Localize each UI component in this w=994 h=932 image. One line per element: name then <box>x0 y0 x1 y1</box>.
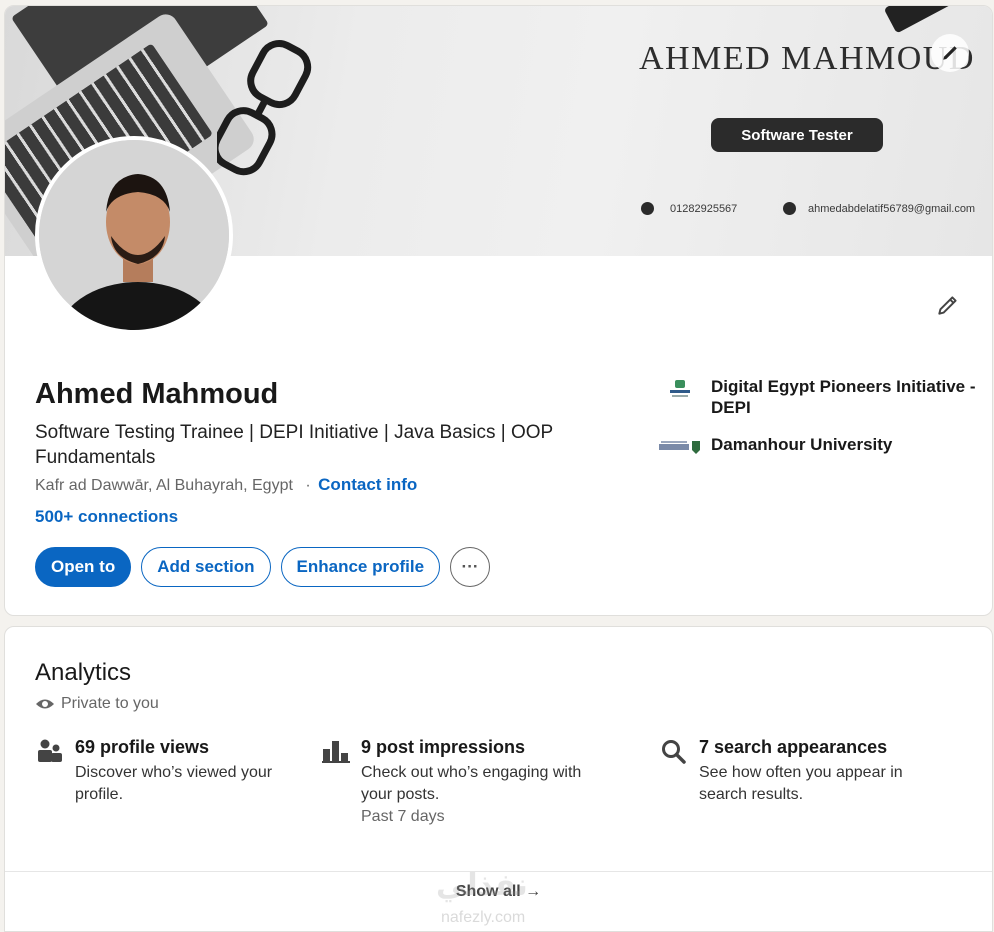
avatar[interactable] <box>35 136 233 334</box>
metric-search-appearances[interactable]: 7 search appearances See how often you a… <box>659 737 949 806</box>
open-to-button[interactable]: Open to <box>35 547 132 587</box>
banner-role-pill: Software Tester <box>711 118 883 152</box>
university-logo <box>659 434 701 460</box>
metric-title: 7 search appearances <box>699 737 888 757</box>
location-row: Kafr ad Dawwār, Al Buhayrah, Egypt · Con… <box>35 475 417 495</box>
more-icon: ··· <box>461 557 479 576</box>
side-item-label: Damanhour University <box>711 435 893 454</box>
separator: · <box>305 477 311 494</box>
experience-education-list: Digital Egypt Pioneers Initiative - DEPI… <box>659 376 979 476</box>
banner-email-text: ahmedabdelatif56789@gmail.com <box>808 202 976 215</box>
connections-link[interactable]: 500+ connections <box>35 507 178 527</box>
banner-phone: 01282925567 <box>641 202 737 215</box>
profile-name: Ahmed Mahmoud <box>35 378 279 410</box>
side-item-university[interactable]: Damanhour University <box>659 434 979 460</box>
profile-headline: Software Testing Trainee | DEPI Initiati… <box>35 422 553 468</box>
add-section-button[interactable]: Add section <box>141 547 271 587</box>
mail-icon <box>783 202 796 215</box>
metric-desc: See how often you appear in search resul… <box>699 764 903 803</box>
watermark-logo: نفذلي <box>436 869 528 902</box>
privacy-note: Private to you <box>35 695 159 713</box>
metric-profile-views[interactable]: 69 profile views Discover who’s viewed y… <box>35 737 305 806</box>
search-icon <box>659 737 689 765</box>
people-icon <box>35 737 65 765</box>
banner-phone-text: 01282925567 <box>670 202 738 215</box>
enhance-profile-button[interactable]: Enhance profile <box>280 547 441 587</box>
metric-period: Past 7 days <box>361 808 445 825</box>
privacy-text: Private to you <box>61 695 159 712</box>
profile-actions: Open to Add section Enhance profile ··· <box>35 547 491 587</box>
metric-title: 9 post impressions <box>361 737 526 757</box>
depi-logo <box>659 376 701 402</box>
banner-email: ahmedabdelatif56789@gmail.com <box>783 202 975 215</box>
metric-post-impressions[interactable]: 9 post impressions Check out who’s engag… <box>321 737 621 826</box>
phone-icon <box>641 202 654 215</box>
profile-card: AHMED MAHMOUD Software Tester 0128292556… <box>4 5 993 616</box>
metric-desc: Discover who’s viewed your profile. <box>75 764 273 803</box>
glasses-graphic <box>217 40 312 176</box>
profile-location: Kafr ad Dawwār, Al Buhayrah, Egypt <box>35 477 293 494</box>
contact-info-link[interactable]: Contact info <box>318 475 417 494</box>
metric-title: 69 profile views <box>75 737 210 757</box>
metric-desc: Check out who’s engaging with your posts… <box>361 764 582 803</box>
eye-icon <box>36 699 54 709</box>
analytics-title: Analytics <box>35 659 132 686</box>
bar-chart-icon <box>321 737 351 765</box>
edit-banner-button[interactable] <box>931 34 969 72</box>
pen-graphic <box>883 6 977 34</box>
avatar-photo <box>39 140 229 330</box>
more-actions-button[interactable]: ··· <box>450 547 491 587</box>
banner-name: AHMED MAHMOUD <box>639 40 975 77</box>
pencil-icon <box>938 296 957 315</box>
side-item-depi[interactable]: Digital Egypt Pioneers Initiative - DEPI <box>659 376 979 418</box>
edit-intro-button[interactable] <box>931 288 965 322</box>
side-item-label: Digital Egypt Pioneers Initiative - DEPI <box>711 377 976 417</box>
watermark-url: nafezly.com <box>441 909 526 926</box>
pencil-icon <box>943 46 957 60</box>
